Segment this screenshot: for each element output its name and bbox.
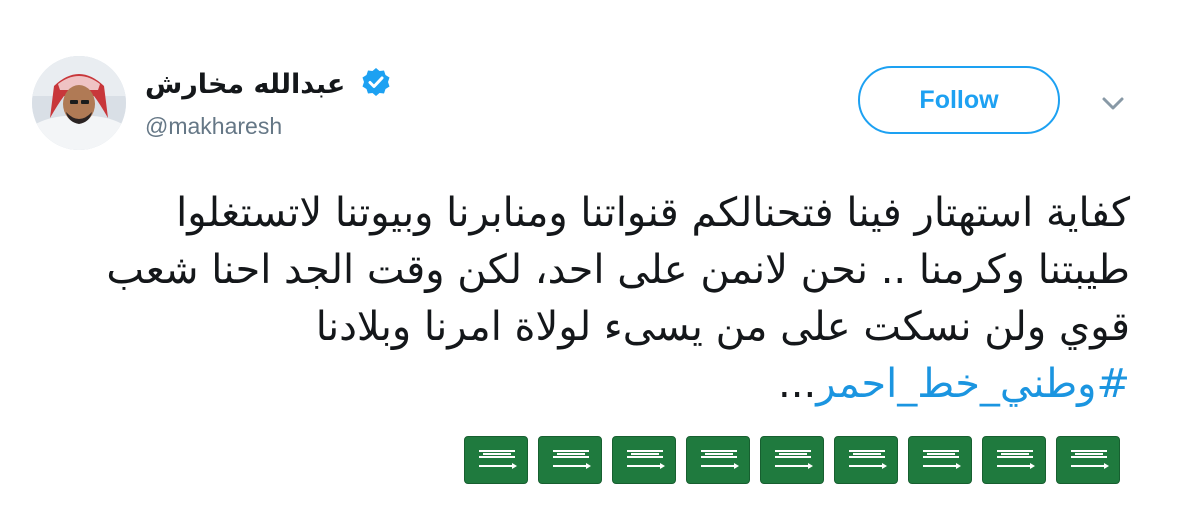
saudi-flag-icon: [612, 436, 676, 484]
tweet-text-line: قوي ولن نسكت على من يسىء لولاة امرنا وبل…: [315, 304, 1130, 350]
tweet-text-line: طيبتنا وكرمنا .. نحن لانمن على احد، لكن …: [106, 247, 1130, 293]
tweet-text-line: كفاية استهتار فينا فتحنالكم قنواتنا ومنا…: [176, 190, 1130, 236]
saudi-flag-icon: [464, 436, 528, 484]
chevron-down-icon[interactable]: [1100, 93, 1126, 113]
tweet-text: كفاية استهتار فينا فتحنالكم قنواتنا ومنا…: [20, 185, 1130, 413]
profile-photo: [32, 56, 126, 150]
saudi-flag-icon: [982, 436, 1046, 484]
tweet-header: عبدالله مخارش @makharesh Follow: [0, 0, 1200, 170]
hashtag-line: #وطني_خط_احمر...: [20, 356, 1130, 413]
follow-button[interactable]: Follow: [858, 66, 1060, 134]
hashtag-link[interactable]: #وطني_خط_احمر: [816, 361, 1130, 407]
saudi-flag-icon: [1056, 436, 1120, 484]
saudi-flag-icon: [538, 436, 602, 484]
verified-badge-icon: [362, 68, 390, 96]
avatar[interactable]: [32, 56, 126, 150]
handle[interactable]: @makharesh: [145, 113, 282, 140]
saudi-flag-icon: [686, 436, 750, 484]
saudi-flag-icon: [834, 436, 898, 484]
saudi-flag-icon: [760, 436, 824, 484]
ellipsis: ...: [778, 361, 817, 407]
display-name[interactable]: عبدالله مخارش: [145, 63, 345, 107]
emoji-flag-row: [0, 436, 1200, 488]
saudi-flag-icon: [908, 436, 972, 484]
